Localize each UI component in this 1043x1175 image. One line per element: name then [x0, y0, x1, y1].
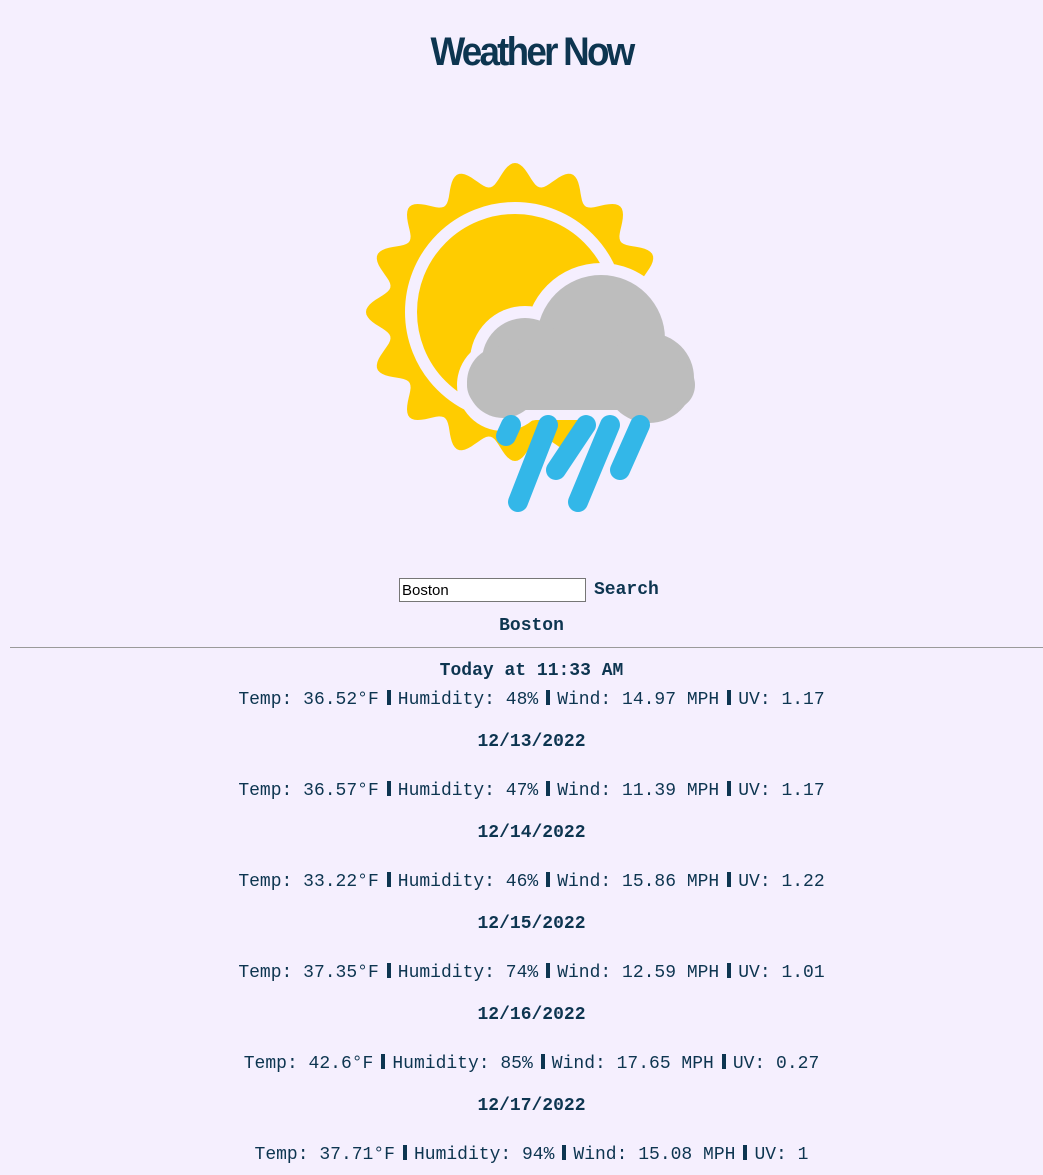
separator-icon [727, 872, 732, 887]
temp-value: Temp: 37.35°F [238, 963, 379, 983]
separator-icon [540, 1054, 545, 1069]
separator-icon [386, 690, 391, 705]
wind-value: Wind: 11.39 MPH [557, 781, 720, 801]
separator-icon [381, 1054, 386, 1069]
separator-icon [743, 1145, 748, 1160]
forecast-stats: Temp: 36.57°F Humidity: 47% Wind: 11.39 MP… [0, 779, 1043, 803]
separator-icon [402, 1145, 407, 1160]
temp-value: Temp: 42.6°F [243, 1054, 374, 1074]
wind-value: Wind: 15.86 MPH [557, 872, 720, 892]
separator-icon [562, 1145, 567, 1160]
forecast-stats: Temp: 37.35°F Humidity: 74% Wind: 12.59 MP… [0, 961, 1043, 985]
search-bar: Search [399, 576, 659, 604]
humidity-value: Humidity: 94% [413, 1145, 555, 1165]
separator-icon [386, 963, 391, 978]
uv-value: UV: 1.17 [738, 690, 825, 710]
temp-value: Temp: 36.52°F [238, 690, 379, 710]
uv-value: UV: 1.17 [738, 781, 825, 801]
humidity-value: Humidity: 48% [397, 690, 539, 710]
forecast-stats: Temp: 37.71°F Humidity: 94% Wind: 15.08 MP… [0, 1143, 1043, 1167]
forecast-stats: Temp: 42.6°F Humidity: 85% Wind: 17.65 MPH… [0, 1052, 1043, 1076]
separator-icon [546, 872, 551, 887]
forecast-date: 12/17/2022 [477, 1096, 586, 1116]
temp-value: Temp: 33.22°F [238, 872, 379, 892]
separator-icon [386, 872, 391, 887]
current-weather-stats: Temp: 36.52°F Humidity: 48% Wind: 14.97 MP… [0, 688, 1043, 712]
wind-value: Wind: 15.08 MPH [573, 1145, 736, 1165]
temp-value: Temp: 36.57°F [238, 781, 379, 801]
uv-value: UV: 1.01 [738, 963, 825, 983]
city-name: Boston [499, 616, 564, 636]
wind-value: Wind: 12.59 MPH [557, 963, 720, 983]
wind-value: Wind: 14.97 MPH [557, 690, 720, 710]
humidity-value: Humidity: 85% [392, 1054, 533, 1074]
separator-icon [727, 690, 732, 705]
separator-icon [386, 781, 391, 796]
search-button[interactable]: Search [594, 580, 659, 600]
wind-value: Wind: 17.65 MPH [551, 1054, 714, 1074]
page-title: Weather Now [430, 30, 635, 74]
humidity-value: Humidity: 74% [397, 963, 539, 983]
uv-value: UV: 0.27 [732, 1054, 820, 1074]
separator-icon [727, 963, 732, 978]
forecast-date: 12/15/2022 [477, 914, 586, 934]
search-input[interactable] [399, 578, 586, 602]
humidity-value: Humidity: 46% [397, 872, 539, 892]
forecast-stats: Temp: 33.22°F Humidity: 46% Wind: 15.86 MP… [0, 870, 1043, 894]
uv-value: UV: 1 [754, 1145, 809, 1165]
partly-sunny-rain-icon [366, 163, 700, 512]
forecast-date: 12/13/2022 [477, 732, 586, 752]
separator-icon [727, 781, 732, 796]
separator-icon [546, 690, 551, 705]
separator-icon [546, 781, 551, 796]
separator-icon [546, 963, 551, 978]
forecast-date: 12/16/2022 [477, 1005, 586, 1025]
temp-value: Temp: 37.71°F [254, 1145, 395, 1165]
current-weather-heading: Today at 11:33 AM [439, 661, 624, 681]
uv-value: UV: 1.22 [738, 872, 825, 892]
humidity-value: Humidity: 47% [397, 781, 539, 801]
separator-icon [721, 1054, 726, 1069]
forecast-date: 12/14/2022 [477, 823, 586, 843]
divider [10, 647, 1043, 648]
